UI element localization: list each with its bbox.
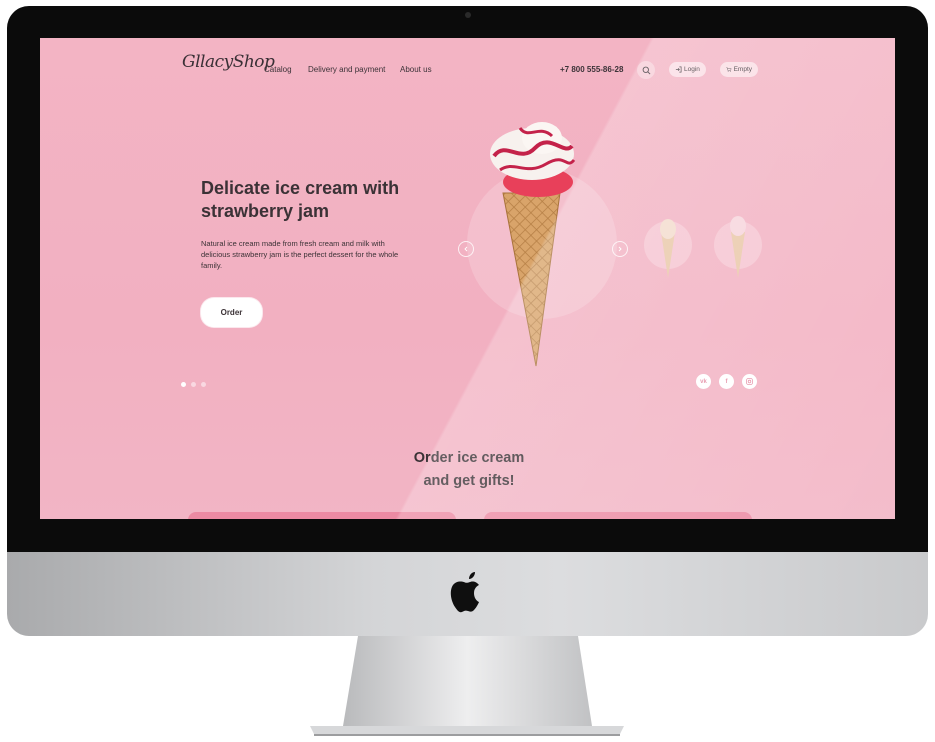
gifts-title-line-2: and get gifts! bbox=[423, 473, 515, 489]
phone-number[interactable]: +7 800 555-86-28 bbox=[560, 65, 623, 74]
hero-description: Natural ice cream made from fresh cream … bbox=[201, 239, 399, 270]
site-logo[interactable]: GllacyShop bbox=[182, 52, 275, 72]
apple-logo-icon bbox=[450, 572, 479, 613]
instagram-icon[interactable] bbox=[742, 374, 757, 389]
nav-delivery[interactable]: Delivery and payment bbox=[308, 65, 385, 74]
website-screen: GllacyShop Catalog Delivery and payment … bbox=[40, 38, 895, 519]
cone-thumbnail-image bbox=[730, 216, 746, 278]
cart-button[interactable]: Empty bbox=[720, 62, 758, 77]
ice-cream-cone-image bbox=[490, 122, 576, 367]
hero-title: Delicate ice cream with strawberry jam bbox=[201, 178, 400, 221]
login-label: Login bbox=[684, 66, 700, 73]
cone-thumbnail-image bbox=[660, 219, 676, 278]
gifts-section-title: Order ice cream and get gifts! bbox=[369, 447, 569, 493]
cart-icon bbox=[726, 67, 732, 72]
order-button[interactable]: Order bbox=[201, 298, 262, 327]
slider-next-button[interactable] bbox=[612, 241, 628, 257]
instagram-glyph bbox=[746, 378, 753, 385]
gifts-title-line-1: Order ice cream bbox=[413, 450, 525, 466]
slider-dot-3[interactable] bbox=[201, 382, 206, 387]
slider-pagination bbox=[181, 382, 206, 387]
monitor-stand bbox=[310, 636, 624, 736]
search-icon bbox=[642, 66, 650, 74]
gift-card-1 bbox=[188, 512, 456, 519]
camera-icon bbox=[465, 12, 471, 18]
search-button[interactable] bbox=[637, 61, 655, 79]
slider-dot-2[interactable] bbox=[191, 382, 196, 387]
chevron-right-icon bbox=[618, 246, 622, 252]
nav-catalog[interactable]: Catalog bbox=[264, 65, 292, 74]
cart-label: Empty bbox=[733, 66, 752, 73]
facebook-icon[interactable]: f bbox=[719, 374, 734, 389]
login-icon bbox=[675, 66, 682, 73]
slider-prev-button[interactable] bbox=[458, 241, 474, 257]
slider-dot-1[interactable] bbox=[181, 382, 186, 387]
login-button[interactable]: Login bbox=[669, 62, 706, 77]
nav-about[interactable]: About us bbox=[400, 65, 432, 74]
chevron-left-icon bbox=[464, 246, 468, 252]
vk-icon[interactable]: vk bbox=[696, 374, 711, 389]
gift-card-2 bbox=[484, 512, 752, 519]
